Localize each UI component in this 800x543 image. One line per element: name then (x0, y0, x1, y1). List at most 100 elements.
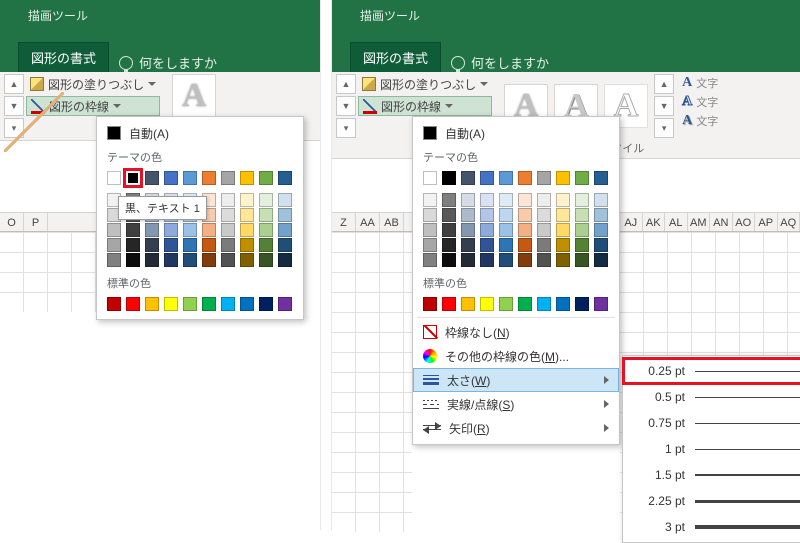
color-swatch[interactable] (499, 297, 513, 311)
color-swatch[interactable] (442, 223, 456, 237)
color-swatch[interactable] (202, 223, 216, 237)
more-colors-item[interactable]: その他の枠線の色(M)... (413, 344, 619, 368)
text-effects-button[interactable]: A 文字 (682, 112, 718, 130)
color-swatch[interactable] (278, 193, 292, 207)
color-swatch[interactable] (145, 238, 159, 252)
color-swatch[interactable] (480, 171, 494, 185)
color-swatch[interactable] (278, 238, 292, 252)
color-swatch[interactable] (221, 193, 235, 207)
color-swatch[interactable] (240, 193, 254, 207)
color-swatch[interactable] (518, 223, 532, 237)
arrows-item[interactable]: 矢印(R) (413, 416, 619, 440)
color-swatch[interactable] (107, 223, 121, 237)
color-swatch[interactable] (442, 208, 456, 222)
color-swatch[interactable] (499, 193, 513, 207)
color-swatch[interactable] (518, 208, 532, 222)
color-swatch[interactable] (278, 208, 292, 222)
color-swatch[interactable] (461, 223, 475, 237)
color-swatch[interactable] (575, 171, 589, 185)
color-swatch[interactable] (145, 253, 159, 267)
color-swatch[interactable] (164, 253, 178, 267)
column-header[interactable]: Z (332, 213, 356, 231)
color-swatch[interactable] (164, 297, 178, 311)
color-swatch[interactable] (240, 297, 254, 311)
column-header[interactable]: AB (380, 213, 404, 231)
color-swatch[interactable] (499, 238, 513, 252)
color-swatch[interactable] (537, 223, 551, 237)
dashes-item[interactable]: 実線/点線(S) (413, 392, 619, 416)
color-swatch[interactable] (259, 193, 273, 207)
gallery-more-icon[interactable]: ▾ (654, 118, 674, 138)
column-header[interactable]: AK (643, 213, 666, 231)
text-fill-button[interactable]: A 文字 (682, 74, 718, 92)
gallery-down-icon[interactable]: ▼ (336, 96, 356, 116)
color-swatch[interactable] (107, 171, 121, 185)
color-swatch[interactable] (442, 193, 456, 207)
color-swatch[interactable] (461, 297, 475, 311)
color-swatch[interactable] (575, 223, 589, 237)
shape-outline-button[interactable]: 図形の枠線 (358, 96, 492, 116)
color-swatch[interactable] (259, 297, 273, 311)
tab-shape-format[interactable]: 図形の書式 (350, 42, 441, 72)
color-swatch[interactable] (556, 238, 570, 252)
column-header[interactable]: AL (665, 213, 688, 231)
color-swatch[interactable] (499, 171, 513, 185)
column-header[interactable]: AN (710, 213, 733, 231)
color-swatch[interactable] (259, 253, 273, 267)
color-swatch[interactable] (442, 238, 456, 252)
color-swatch[interactable] (480, 223, 494, 237)
color-swatch[interactable] (556, 208, 570, 222)
color-swatch[interactable] (126, 297, 140, 311)
color-swatch[interactable] (423, 208, 437, 222)
column-header[interactable]: AP (755, 213, 778, 231)
color-swatch[interactable] (240, 238, 254, 252)
color-swatch[interactable] (594, 253, 608, 267)
color-swatch[interactable] (202, 238, 216, 252)
color-swatch[interactable] (518, 171, 532, 185)
color-swatch[interactable] (423, 253, 437, 267)
color-swatch[interactable] (259, 171, 273, 185)
color-swatch[interactable] (499, 208, 513, 222)
color-swatch[interactable] (537, 297, 551, 311)
weight-option[interactable]: 0.5 pt (623, 384, 800, 410)
line-shape[interactable] (4, 92, 64, 152)
color-swatch[interactable] (202, 297, 216, 311)
color-swatch[interactable] (594, 208, 608, 222)
auto-color-item[interactable]: 自動(A) (97, 121, 303, 145)
color-swatch[interactable] (537, 238, 551, 252)
shape-fill-button[interactable]: 図形の塗りつぶし (26, 74, 160, 94)
color-swatch[interactable] (145, 171, 159, 185)
color-swatch[interactable] (202, 171, 216, 185)
color-swatch[interactable] (145, 223, 159, 237)
weight-option[interactable]: 2.25 pt (623, 488, 800, 514)
color-swatch[interactable] (221, 297, 235, 311)
color-swatch[interactable] (594, 223, 608, 237)
text-outline-button[interactable]: A 文字 (682, 93, 718, 111)
color-swatch[interactable] (278, 171, 292, 185)
color-swatch[interactable] (221, 253, 235, 267)
color-swatch[interactable] (240, 171, 254, 185)
color-swatch[interactable] (164, 171, 178, 185)
column-header[interactable]: AJ (620, 213, 643, 231)
weight-option[interactable]: 1.5 pt (623, 462, 800, 488)
color-swatch[interactable] (575, 253, 589, 267)
color-swatch[interactable] (259, 238, 273, 252)
color-swatch[interactable] (107, 297, 121, 311)
color-swatch[interactable] (556, 223, 570, 237)
color-swatch[interactable] (518, 238, 532, 252)
color-swatch[interactable] (575, 193, 589, 207)
color-swatch[interactable] (594, 238, 608, 252)
color-swatch[interactable] (423, 193, 437, 207)
color-swatch[interactable] (126, 171, 140, 185)
shape-fill-button[interactable]: 図形の塗りつぶし (358, 74, 492, 94)
worksheet-grid[interactable]: OP (0, 212, 96, 312)
color-swatch[interactable] (183, 297, 197, 311)
color-swatch[interactable] (575, 208, 589, 222)
gallery-more-icon[interactable]: ▾ (336, 118, 356, 138)
color-swatch[interactable] (126, 223, 140, 237)
column-header[interactable]: AM (688, 213, 711, 231)
color-swatch[interactable] (556, 193, 570, 207)
color-swatch[interactable] (259, 208, 273, 222)
auto-color-item[interactable]: 自動(A) (413, 121, 619, 145)
color-swatch[interactable] (183, 253, 197, 267)
